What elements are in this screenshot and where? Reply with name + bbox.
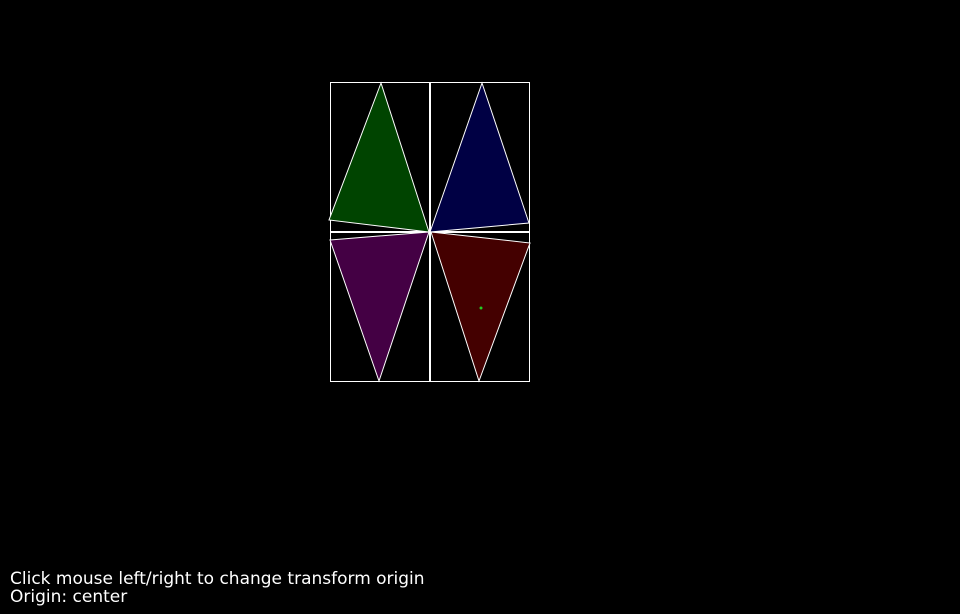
instructions-text: Click mouse left/right to change transfo…	[10, 569, 425, 589]
origin-status-text: Origin: center	[10, 587, 128, 607]
instructions-panel: Click mouse left/right to change transfo…	[10, 570, 425, 606]
triangle-blue[interactable]	[429, 81, 530, 233]
transform-origin-marker	[479, 306, 483, 310]
triangle-purple[interactable]	[329, 231, 430, 383]
render-canvas[interactable]: Click mouse left/right to change transfo…	[0, 0, 960, 614]
triangle-green[interactable]	[328, 81, 430, 233]
triangle-red[interactable]	[430, 231, 531, 383]
scene-svg[interactable]	[0, 0, 960, 614]
